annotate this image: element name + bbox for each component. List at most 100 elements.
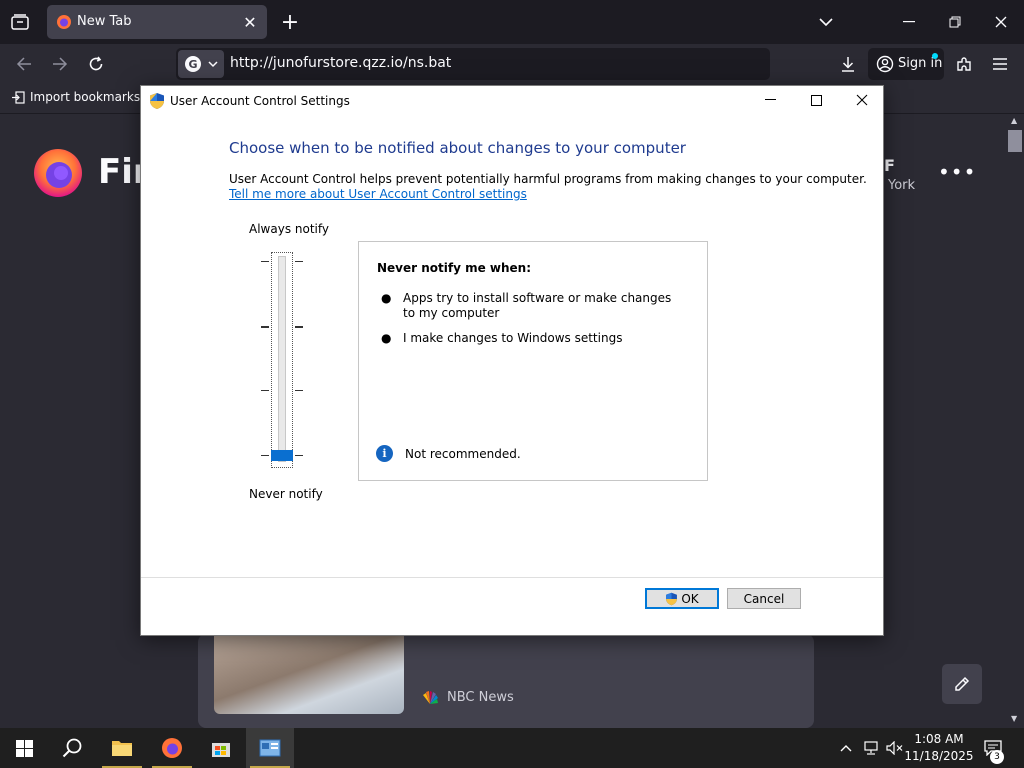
puzzle-icon xyxy=(957,57,971,71)
dialog-close-button[interactable] xyxy=(839,86,885,114)
network-icon xyxy=(864,741,878,755)
maximize-icon xyxy=(810,94,822,106)
close-window-button[interactable] xyxy=(978,0,1024,44)
firefox-view-button[interactable] xyxy=(6,8,34,36)
chevron-down-icon xyxy=(208,61,218,68)
weather-location: York xyxy=(888,178,916,193)
taskbar-uac-settings[interactable] xyxy=(246,728,294,768)
uac-shield-icon xyxy=(150,93,164,109)
ok-label: OK xyxy=(681,591,699,606)
back-button[interactable] xyxy=(10,50,38,78)
chevron-down-icon xyxy=(819,18,833,27)
slider-bottom-label: Never notify xyxy=(249,487,323,501)
dialog-heading: Choose when to be notified about changes… xyxy=(229,139,686,157)
uac-settings-dialog: User Account Control Settings Choose whe… xyxy=(140,85,884,636)
control-panel-icon xyxy=(259,739,281,757)
slider-tick xyxy=(295,455,303,456)
slider-tick xyxy=(295,390,303,391)
weather-unit: F xyxy=(884,156,895,175)
slider-tick xyxy=(295,326,303,328)
show-hidden-icons-button[interactable] xyxy=(836,728,856,768)
list-all-tabs-button[interactable] xyxy=(812,8,840,36)
search-icon xyxy=(62,738,82,758)
dialog-title: User Account Control Settings xyxy=(170,94,350,108)
download-icon xyxy=(842,57,854,72)
svg-text:G: G xyxy=(188,58,197,71)
firefox-logo-icon xyxy=(34,149,82,197)
reload-button[interactable] xyxy=(82,50,110,78)
nbc-peacock-icon xyxy=(423,690,438,704)
sync-badge xyxy=(932,53,938,59)
scroll-down-icon[interactable]: ▼ xyxy=(1011,714,1017,723)
hamburger-menu-icon xyxy=(993,58,1007,70)
close-icon xyxy=(995,16,1007,28)
minimize-button[interactable] xyxy=(886,0,932,44)
level-bullet: I make changes to Windows settings xyxy=(403,331,623,345)
speaker-muted-icon xyxy=(886,741,903,755)
level-description-box: Never notify me when: ● Apps try to inst… xyxy=(358,241,708,481)
taskbar-store[interactable] xyxy=(197,728,245,768)
story-card[interactable]: NBC News xyxy=(198,634,814,728)
slider-top-label: Always notify xyxy=(249,222,329,236)
google-icon: G xyxy=(185,56,201,72)
taskbar-clock[interactable]: 1:08 AM 11/18/2025 xyxy=(904,731,974,765)
folder-icon xyxy=(112,741,132,756)
scroll-up-icon[interactable]: ▲ xyxy=(1011,116,1017,125)
cancel-button[interactable]: Cancel xyxy=(727,588,801,609)
restore-button[interactable] xyxy=(932,0,978,44)
slider-tick xyxy=(261,390,269,391)
slider-tick xyxy=(261,261,269,262)
close-icon xyxy=(856,94,868,106)
taskbar-file-explorer[interactable] xyxy=(98,728,146,768)
url-text[interactable]: http://junofurstore.qzz.io/ns.bat xyxy=(230,55,451,71)
back-arrow-icon xyxy=(16,57,31,71)
firefox-favicon-icon xyxy=(57,15,71,29)
close-tab-icon[interactable]: ✕ xyxy=(239,11,261,33)
dialog-maximize-button[interactable] xyxy=(793,86,839,114)
clock-time: 1:08 AM xyxy=(914,732,964,746)
firefox-view-icon xyxy=(11,14,29,30)
scroll-thumb[interactable] xyxy=(1008,130,1022,152)
minimize-icon xyxy=(764,99,776,100)
slider-tick xyxy=(295,261,303,262)
ok-button[interactable]: OK xyxy=(645,588,719,609)
forward-arrow-icon xyxy=(53,57,68,71)
dialog-minimize-button[interactable] xyxy=(747,86,793,114)
import-bookmarks-button[interactable]: Import bookmarks... xyxy=(12,90,152,104)
clock-date: 11/18/2025 xyxy=(904,749,974,763)
search-button[interactable] xyxy=(48,728,96,768)
extensions-button[interactable] xyxy=(950,50,978,78)
bullet-icon: ● xyxy=(381,331,392,345)
start-button[interactable] xyxy=(0,728,48,768)
app-menu-button[interactable] xyxy=(986,50,1014,78)
import-icon xyxy=(12,90,25,104)
notification-count-badge: 3 xyxy=(990,750,1004,764)
search-engine-button[interactable]: G xyxy=(178,50,224,78)
tab-new-tab[interactable]: New Tab ✕ xyxy=(47,5,267,39)
slider-thumb[interactable] xyxy=(271,450,293,461)
story-source: NBC News xyxy=(420,690,514,705)
forward-button[interactable] xyxy=(46,50,74,78)
learn-more-link[interactable]: Tell me more about User Account Control … xyxy=(229,187,527,201)
reload-icon xyxy=(89,56,103,71)
minimize-icon xyxy=(903,21,915,23)
taskbar-firefox[interactable] xyxy=(148,728,196,768)
downloads-button[interactable] xyxy=(834,50,862,78)
account-icon xyxy=(876,55,894,73)
cancel-label: Cancel xyxy=(743,591,785,606)
url-bar[interactable]: G http://junofurstore.qzz.io/ns.bat xyxy=(176,48,770,80)
notification-level-slider[interactable] xyxy=(259,248,305,472)
page-scrollbar[interactable]: ▲ ▼ xyxy=(1006,114,1024,728)
sign-in-button[interactable]: Sign in xyxy=(868,48,944,80)
chevron-up-icon xyxy=(840,745,852,752)
new-tab-button[interactable]: + xyxy=(276,8,304,36)
bullet-icon: ● xyxy=(381,291,392,305)
dialog-divider xyxy=(141,577,883,578)
network-button[interactable] xyxy=(860,728,882,768)
weather-more-button[interactable]: ••• xyxy=(938,160,976,184)
store-icon xyxy=(212,743,230,757)
customize-button[interactable] xyxy=(942,664,982,704)
import-bookmarks-label: Import bookmarks... xyxy=(30,90,152,104)
dialog-titlebar[interactable]: User Account Control Settings xyxy=(141,86,883,116)
volume-button[interactable] xyxy=(884,728,906,768)
